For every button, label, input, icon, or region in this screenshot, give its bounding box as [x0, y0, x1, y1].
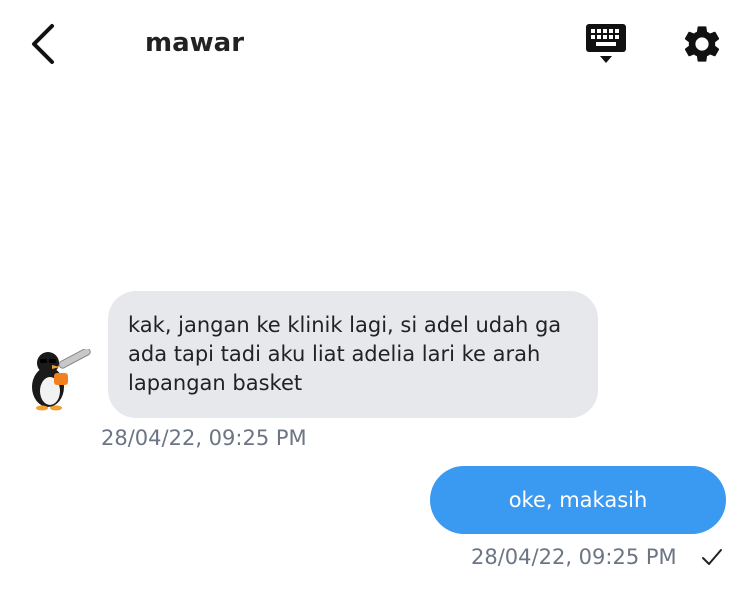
incoming-message-text: kak, jangan ke klinik lagi, si adel udah…	[128, 313, 562, 395]
chat-title: mawar	[145, 28, 245, 58]
keyboard-toggle-button[interactable]	[584, 22, 628, 66]
outgoing-message-timestamp: 28/04/22, 09:25 PM	[471, 545, 677, 569]
outgoing-message-bubble[interactable]: oke, makasih infonya^^	[430, 466, 726, 580]
back-button[interactable]	[26, 22, 66, 66]
checkmark-icon	[702, 549, 722, 565]
penguin-with-chainsaw-avatar	[32, 347, 91, 411]
incoming-message-bubble[interactable]: kak, jangan ke klinik lagi, si adel udah…	[108, 291, 598, 418]
chat-screen: mawar kak, jangan ke klinik lagi, si ade…	[0, 0, 750, 605]
settings-button[interactable]	[680, 22, 724, 66]
incoming-message-timestamp: 28/04/22, 09:25 PM	[101, 426, 307, 450]
chevron-left-icon	[32, 24, 54, 64]
avatar[interactable]	[26, 347, 94, 411]
gear-icon	[684, 26, 720, 62]
keyboard-hide-icon	[586, 24, 626, 63]
